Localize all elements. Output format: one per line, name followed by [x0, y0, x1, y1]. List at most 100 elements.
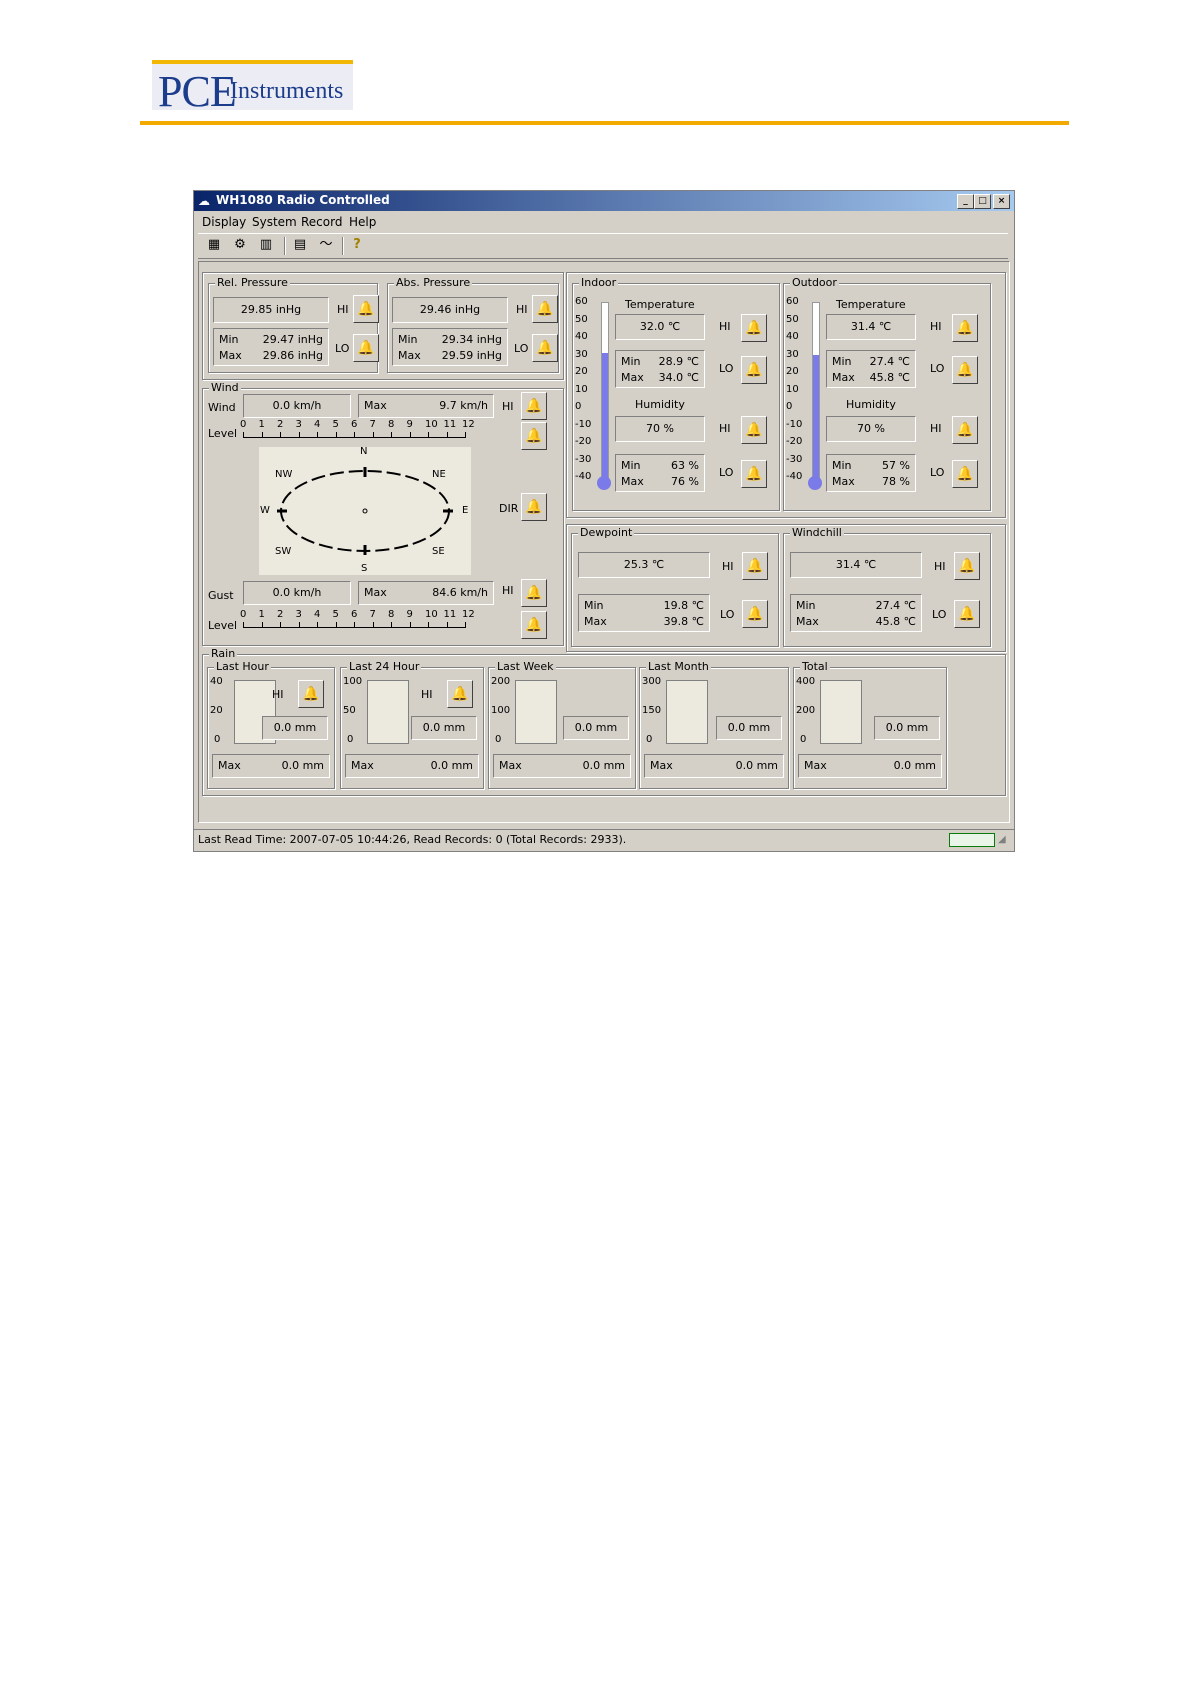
scale-tick-label: 10	[425, 609, 438, 620]
scale-tick-label: 2	[277, 609, 284, 620]
rel-pressure-minmax: Min 29.47 inHg Max 29.86 inHg	[213, 328, 329, 366]
hi-label: HI	[934, 560, 946, 573]
wind-hi-alarm-button[interactable]: 🔔	[521, 392, 547, 420]
rain-max-value: 0.0 mm	[430, 759, 473, 772]
rain-max-value: 0.0 mm	[281, 759, 324, 772]
rain-panel-title: Last Month	[646, 660, 711, 673]
rain-hi-alarm-button[interactable]: 🔔	[298, 680, 324, 708]
indoor-hum-hi-alarm-button[interactable]: 🔔	[741, 416, 767, 444]
rain-max-box: Max 0.0 mm	[212, 754, 330, 778]
outdoor-hum-hi-alarm-button[interactable]: 🔔	[952, 416, 978, 444]
max-label: Max	[584, 615, 607, 628]
max-label: Max	[832, 475, 855, 488]
abs-pressure-lo-alarm-button[interactable]: 🔔	[532, 334, 558, 362]
wind-max-box: Max 9.7 km/h	[358, 394, 494, 418]
rel-pressure-hi-alarm-button[interactable]: 🔔	[353, 295, 379, 323]
logo-pce-text: PCE	[158, 67, 237, 116]
thermo-scale-label: -20	[575, 436, 592, 447]
history-tool-icon[interactable]: ▥	[257, 236, 275, 254]
pressure-group: Rel. Pressure 29.85 inHg HI 🔔 Min 29.47 …	[202, 272, 564, 380]
indoor-group: Indoor 60 50 40 30 20 10 0 -10 -20 -30 -40 Tempera…	[572, 276, 780, 511]
rain-value: 0.0 mm	[874, 716, 940, 740]
windchill-lo-alarm-button[interactable]: 🔔	[954, 600, 980, 628]
bell-icon: 🔔	[746, 558, 764, 574]
outdoor-hum-lo-alarm-button[interactable]: 🔔	[952, 460, 978, 488]
rain-hi-alarm-button[interactable]: 🔔	[447, 680, 473, 708]
rain-panel-title: Last 24 Hour	[347, 660, 422, 673]
setup-tool-icon[interactable]: ⚙	[231, 236, 249, 254]
display-tool-icon[interactable]: ▦	[205, 236, 223, 254]
rel-pressure-lo-alarm-button[interactable]: 🔔	[353, 334, 379, 362]
outdoor-humidity-value: 70 %	[826, 416, 916, 442]
windchill-hi-alarm-button[interactable]: 🔔	[954, 552, 980, 580]
indoor-temp-lo-alarm-button[interactable]: 🔔	[741, 356, 767, 384]
thermo-scale-label: 20	[575, 366, 588, 377]
menu-help[interactable]: Help	[349, 215, 376, 229]
compass-e: E	[462, 505, 469, 516]
max-label: Max	[621, 475, 644, 488]
close-button[interactable]: ×	[993, 194, 1010, 209]
wind-direction-alarm-button[interactable]: 🔔	[521, 493, 547, 521]
gust-level-alarm-button[interactable]: 🔔	[521, 611, 547, 639]
bell-icon: 🔔	[745, 320, 763, 336]
calendar-tool-icon[interactable]: ▤	[291, 236, 309, 254]
indoor-humidity-value: 70 %	[615, 416, 705, 442]
max-label: Max	[650, 759, 673, 772]
dewpoint-title: Dewpoint	[578, 526, 635, 539]
scale-tick-label: 9	[406, 419, 413, 430]
hi-label: HI	[930, 320, 942, 333]
outdoor-thermometer-fill	[813, 354, 819, 481]
indoor-temp-hi-alarm-button[interactable]: 🔔	[741, 314, 767, 342]
bell-icon: 🔔	[956, 320, 974, 336]
title-bar[interactable]: ☁ WH1080 Radio Controlled _ □ ×	[194, 191, 1014, 211]
scale-tick-label: 3	[295, 419, 302, 430]
scale-tick-label: 2	[277, 419, 284, 430]
resize-grip-icon[interactable]: ◢	[998, 834, 1006, 845]
lo-label: LO	[719, 466, 734, 479]
bell-icon: 🔔	[956, 466, 974, 482]
scale-tick-label: 5	[332, 419, 339, 430]
outdoor-hum-min: 57 %	[882, 459, 910, 472]
rain-max-box: Max 0.0 mm	[493, 754, 631, 778]
rain-panel-0: Last Hour 40 20 0 HI 🔔 0.0 mm Max 0.0 mm	[207, 660, 335, 789]
rain-value-text: 0.0 mm	[727, 721, 771, 734]
maximize-button[interactable]: □	[974, 194, 991, 209]
rain-value: 0.0 mm	[716, 716, 782, 740]
bell-icon: 🔔	[745, 422, 763, 438]
hi-label: HI	[930, 422, 942, 435]
indoor-hum-lo-alarm-button[interactable]: 🔔	[741, 460, 767, 488]
gust-hi-alarm-button[interactable]: 🔔	[521, 579, 547, 607]
minimize-button[interactable]: _	[957, 194, 974, 209]
scale-tick-label: 1	[258, 419, 265, 430]
min-label: Min	[832, 459, 852, 472]
abs-pressure-hi-alarm-button[interactable]: 🔔	[532, 295, 558, 323]
windchill-max: 45.8 ℃	[875, 615, 916, 628]
outdoor-temp-hi-alarm-button[interactable]: 🔔	[952, 314, 978, 342]
help-tool-icon[interactable]: ?	[348, 236, 366, 254]
indoor-title: Indoor	[579, 276, 619, 289]
windchill-title: Windchill	[790, 526, 844, 539]
dewpoint-hi-alarm-button[interactable]: 🔔	[742, 552, 768, 580]
rain-panel-title: Last Hour	[214, 660, 271, 673]
max-label: Max	[832, 371, 855, 384]
lo-label: LO	[514, 342, 529, 355]
outdoor-temp-lo-alarm-button[interactable]: 🔔	[952, 356, 978, 384]
wind-level-alarm-button[interactable]: 🔔	[521, 422, 547, 450]
rel-pressure-min: 29.47 inHg	[262, 333, 323, 346]
dewpoint-group: Dewpoint 25.3 ℃ HI 🔔 Min 19.8 ℃ Max 39.8…	[571, 526, 779, 647]
outdoor-humidity-text: 70 %	[857, 422, 885, 435]
menu-record[interactable]: Record	[301, 215, 342, 229]
rain-max-box: Max 0.0 mm	[644, 754, 784, 778]
rain-max-value: 0.0 mm	[735, 759, 778, 772]
menu-system[interactable]: System	[252, 215, 297, 229]
max-label: Max	[364, 586, 387, 599]
dewpoint-lo-alarm-button[interactable]: 🔔	[742, 600, 768, 628]
thermo-scale-label: 10	[786, 383, 799, 395]
rain-title: Rain	[209, 647, 238, 660]
indoor-temperature-text: 32.0 ℃	[639, 320, 681, 333]
graph-tool-icon[interactable]: 〜	[317, 236, 335, 254]
menu-display[interactable]: Display	[202, 215, 246, 229]
outdoor-thermometer-bulb	[808, 476, 822, 490]
min-label: Min	[621, 459, 641, 472]
scale-tick-label: 6	[351, 419, 358, 430]
